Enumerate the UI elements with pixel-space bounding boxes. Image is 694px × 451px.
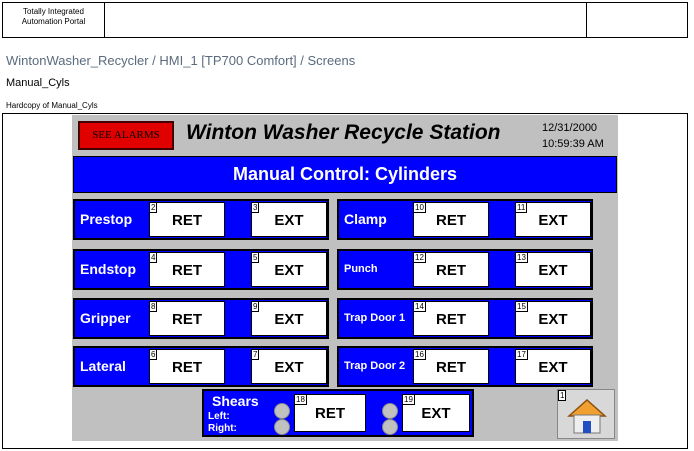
button-label: RET — [172, 311, 202, 328]
ext-button[interactable]: 13 EXT — [515, 252, 591, 287]
button-number: 9 — [251, 301, 260, 312]
button-number: 14 — [413, 301, 426, 312]
button-number: 13 — [515, 252, 528, 263]
button-number: 10 — [413, 202, 426, 213]
ext-button[interactable]: 9 EXT — [251, 301, 327, 336]
station-title: Winton Washer Recycle Station — [186, 121, 501, 144]
shears-right-ext-indicator — [382, 419, 398, 435]
ext-button[interactable]: 3 EXT — [251, 202, 327, 237]
cylinder-row: Trap Door 2 16 RET 17 EXT — [337, 346, 593, 387]
button-label: RET — [172, 262, 202, 279]
button-number: 12 — [413, 252, 426, 263]
cylinder-label: Trap Door 1 — [344, 312, 406, 324]
cylinder-row: Lateral 6 RET 7 EXT — [73, 346, 329, 387]
button-number: 5 — [251, 252, 260, 263]
screen-name: Manual_Cyls — [6, 77, 70, 89]
button-number: 16 — [413, 349, 426, 360]
button-label: EXT — [274, 359, 304, 376]
ext-button[interactable]: 5 EXT — [251, 252, 327, 287]
cylinder-label: Prestop — [80, 211, 133, 227]
ret-button[interactable]: 10 RET — [413, 202, 489, 237]
ext-button[interactable]: 11 EXT — [515, 202, 591, 237]
button-label: RET — [436, 212, 466, 229]
report-header: Totally Integrated Automation Portal — [2, 2, 688, 38]
ext-button[interactable]: 17 EXT — [515, 349, 591, 384]
ext-button[interactable]: 7 EXT — [251, 349, 327, 384]
cylinder-label: Punch — [344, 263, 378, 275]
cylinder-row: Clamp 10 RET 11 EXT — [337, 199, 593, 240]
button-label: RET — [172, 359, 202, 376]
ext-button[interactable]: 15 EXT — [515, 301, 591, 336]
button-number: 11 — [515, 202, 528, 213]
button-number: 6 — [149, 349, 158, 360]
see-alarms-button[interactable]: SEE ALARMS — [78, 121, 174, 150]
button-label: RET — [172, 212, 202, 229]
cylinder-row: Gripper 8 RET 9 EXT — [73, 298, 329, 339]
shears-left-label: Left: — [208, 411, 230, 422]
cylinder-label: Endstop — [80, 261, 136, 277]
shears-panel: Shears Left: Right: 18 RET 19 EXT — [202, 389, 474, 437]
button-number: 2 — [149, 202, 158, 213]
home-button[interactable]: 1 — [557, 389, 615, 439]
button-number: 17 — [515, 349, 528, 360]
shears-left-ext-indicator — [382, 403, 398, 419]
time-display: 10:59:39 AM — [542, 138, 604, 150]
shears-title: Shears — [212, 393, 259, 409]
hmi-screen: SEE ALARMS Winton Washer Recycle Station… — [72, 115, 618, 441]
ret-button[interactable]: 6 RET — [149, 349, 225, 384]
button-label: RET — [436, 359, 466, 376]
ret-button[interactable]: 12 RET — [413, 252, 489, 287]
ret-button[interactable]: 16 RET — [413, 349, 489, 384]
shears-right-ret-indicator — [274, 419, 290, 435]
date-display: 12/31/2000 — [542, 122, 598, 134]
shears-right-label: Right: — [208, 423, 237, 434]
ret-button[interactable]: 14 RET — [413, 301, 489, 336]
page-title: Manual Control: Cylinders — [73, 156, 617, 193]
cylinder-label: Clamp — [344, 211, 387, 227]
button-label: EXT — [274, 311, 304, 328]
button-label: RET — [436, 262, 466, 279]
button-label: EXT — [274, 212, 304, 229]
button-number: 15 — [515, 301, 528, 312]
cylinder-row: Trap Door 1 14 RET 15 EXT — [337, 298, 593, 339]
button-label: EXT — [538, 212, 568, 229]
ret-button[interactable]: 8 RET — [149, 301, 225, 336]
breadcrumb: WintonWasher_Recycler / HMI_1 [TP700 Com… — [6, 53, 356, 68]
button-label: EXT — [538, 262, 568, 279]
button-number: 3 — [251, 202, 260, 213]
button-label: EXT — [274, 262, 304, 279]
button-number: 19 — [402, 394, 415, 405]
button-number: 7 — [251, 349, 260, 360]
cylinder-label: Lateral — [80, 358, 126, 374]
cylinder-row: Punch 12 RET 13 EXT — [337, 249, 593, 290]
button-label: EXT — [538, 359, 568, 376]
cylinder-label: Trap Door 2 — [344, 360, 406, 372]
shears-ret-button[interactable]: 18 RET — [294, 394, 366, 432]
header-divider — [586, 3, 587, 37]
button-number: 8 — [149, 301, 158, 312]
button-label: EXT — [421, 405, 451, 422]
cylinder-row: Endstop 4 RET 5 EXT — [73, 249, 329, 290]
button-label: RET — [436, 311, 466, 328]
shears-left-ret-indicator — [274, 403, 290, 419]
cylinder-row: Prestop 2 RET 3 EXT — [73, 199, 329, 240]
tia-label: Totally Integrated Automation Portal — [3, 3, 105, 37]
button-number: 4 — [149, 252, 158, 263]
shears-ext-button[interactable]: 19 EXT — [402, 394, 470, 432]
cylinder-label: Gripper — [80, 310, 131, 326]
button-label: EXT — [538, 311, 568, 328]
button-label: RET — [315, 405, 345, 422]
date-time: 12/31/2000 10:59:39 AM — [542, 120, 604, 152]
home-icon — [567, 398, 607, 434]
hardcopy-label: Hardcopy of Manual_Cyls — [6, 101, 98, 110]
ret-button[interactable]: 4 RET — [149, 252, 225, 287]
ret-button[interactable]: 2 RET — [149, 202, 225, 237]
button-number: 18 — [294, 394, 307, 405]
